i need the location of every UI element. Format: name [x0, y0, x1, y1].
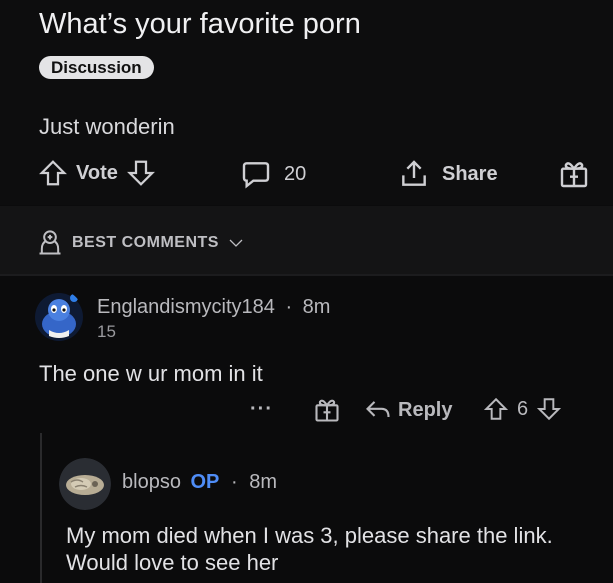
trophy-icon — [39, 230, 61, 255]
comment-body: The one w ur mom in it — [39, 361, 263, 386]
share-button[interactable]: Share — [398, 158, 498, 190]
comment-action-bar: ··· Reply 6 — [0, 394, 613, 428]
comment-username[interactable]: blopso — [122, 471, 181, 493]
divider — [0, 274, 613, 276]
post-body: Just wonderin — [39, 114, 175, 139]
vote-control: Vote — [38, 158, 156, 188]
comments-button[interactable]: 20 — [240, 158, 306, 190]
downvote-icon[interactable] — [536, 396, 562, 422]
sort-dropdown[interactable]: BEST COMMENTS — [36, 229, 245, 257]
thread-line[interactable] — [40, 433, 42, 583]
comment-vote-control: 6 — [483, 396, 562, 422]
comment-age: 8m — [249, 471, 277, 493]
downvote-icon[interactable] — [126, 158, 156, 188]
post-flair[interactable]: Discussion — [39, 56, 154, 79]
award-button[interactable] — [313, 396, 341, 424]
upvote-icon[interactable] — [38, 158, 68, 188]
comment-sort-bar: BEST COMMENTS — [0, 206, 613, 274]
sort-label: BEST COMMENTS — [72, 234, 219, 251]
share-label: Share — [442, 162, 498, 185]
avatar[interactable] — [59, 458, 111, 510]
comment-meta: blopso OP · 8m — [122, 471, 277, 494]
reply-icon — [366, 401, 390, 418]
award-icon — [315, 399, 339, 422]
comment-body: My mom died when I was 3, please share t… — [66, 523, 553, 575]
reply-button[interactable]: Reply — [364, 396, 452, 424]
comment-username[interactable]: Englandismycity184 — [97, 296, 275, 318]
comment-icon — [242, 162, 270, 189]
post-title: What’s your favorite porn — [39, 8, 361, 40]
meta-separator: · — [285, 296, 293, 318]
comment-count: 20 — [284, 162, 307, 185]
comment-meta: Englandismycity184 · 8m — [97, 296, 330, 319]
more-button[interactable]: ··· — [250, 398, 273, 421]
upvote-icon[interactable] — [483, 396, 509, 422]
share-icon — [402, 160, 426, 186]
meta-separator: · — [230, 471, 238, 493]
comment-age: 8m — [302, 296, 331, 318]
comment-vote-count: 6 — [517, 397, 529, 420]
avatar[interactable] — [34, 290, 84, 344]
post-card: What’s your favorite porn Discussion Jus… — [0, 0, 613, 205]
comment-score: 15 — [97, 322, 116, 341]
post-action-bar: Vote 20 Share — [0, 152, 613, 196]
award-button[interactable] — [558, 158, 590, 190]
reply-label: Reply — [398, 398, 453, 421]
more-icon: ··· — [250, 398, 273, 420]
op-badge: OP — [190, 471, 220, 493]
chevron-down-icon — [229, 239, 243, 247]
award-icon — [560, 162, 588, 188]
vote-label: Vote — [76, 161, 118, 184]
